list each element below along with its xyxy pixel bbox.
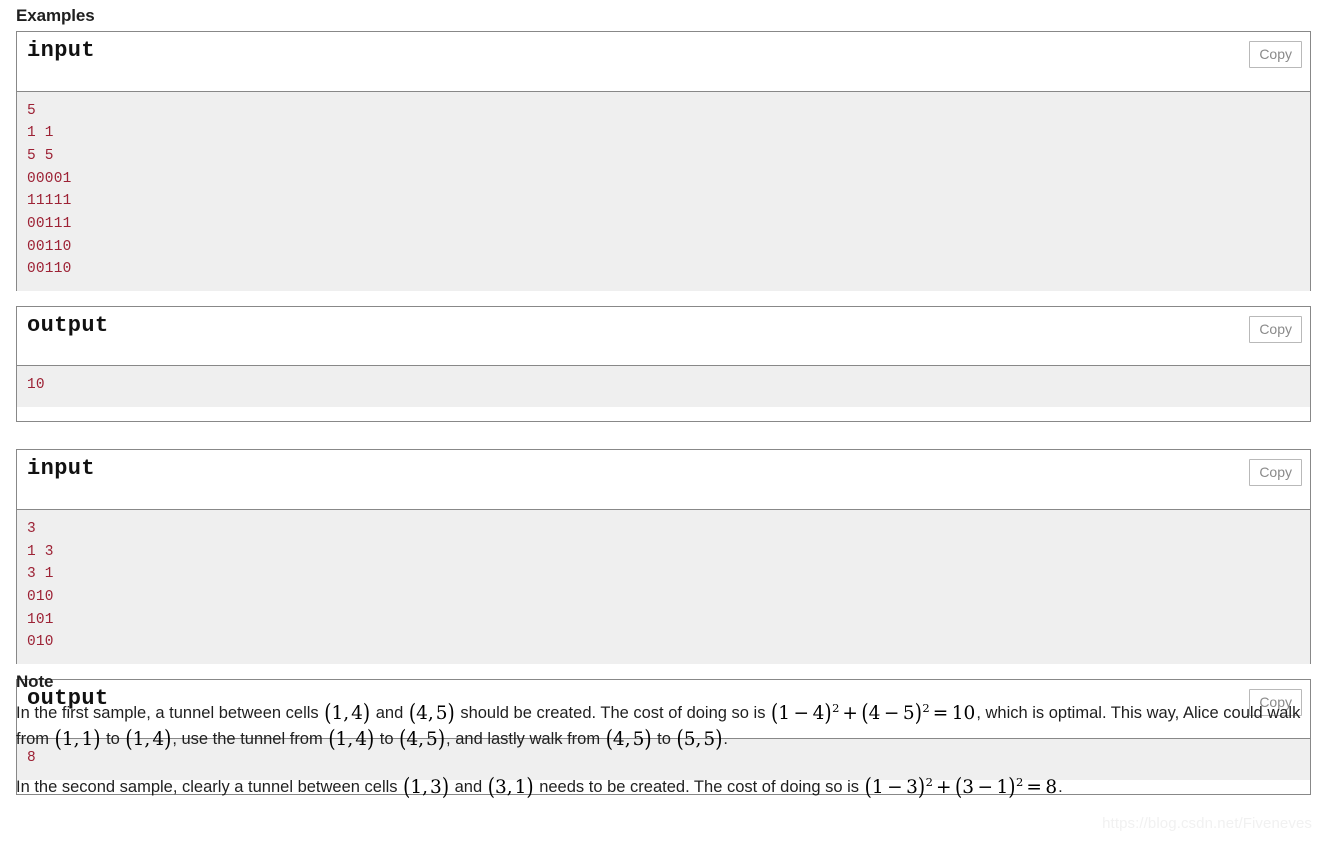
input-block-1: input Copy 5 1 1 5 5 00001 11111 00111 0… bbox=[16, 31, 1311, 292]
note-heading: Note bbox=[16, 672, 54, 691]
input-title-bar-2: input Copy bbox=[17, 450, 1310, 495]
note-p1-math-9: (5, 5) bbox=[676, 725, 723, 753]
input-block-2: input Copy 3 1 3 3 1 010 101 010 bbox=[16, 449, 1311, 665]
note-p1-math-8: (4, 5) bbox=[605, 725, 652, 753]
note-p1-text-3: should be created. The cost of doing so … bbox=[455, 704, 771, 722]
copy-input-button-1[interactable]: Copy bbox=[1249, 41, 1302, 68]
input-content-1[interactable]: 5 1 1 5 5 00001 11111 00111 00110 00110 bbox=[17, 90, 1310, 292]
output-title-bar-1: output Copy bbox=[17, 306, 1310, 351]
output-content-1[interactable]: 10 bbox=[17, 365, 1310, 407]
note-p1-math-2: (4, 5) bbox=[408, 699, 455, 727]
note-p1-text-5: to bbox=[101, 730, 125, 748]
note-p1-math-7: (4, 5) bbox=[399, 725, 446, 753]
note-p1-text-9: to bbox=[652, 730, 676, 748]
copy-output-button-1[interactable]: Copy bbox=[1249, 315, 1302, 343]
note-p2-text-3: needs to be created. The cost of doing s… bbox=[534, 778, 864, 796]
input-title-label-1: input bbox=[27, 38, 96, 63]
sample-test-1: input Copy 5 1 1 5 5 00001 11111 00111 0… bbox=[16, 31, 1311, 423]
note-paragraph-1: In the first sample, a tunnel between ce… bbox=[16, 700, 1308, 752]
examples-heading: Examples bbox=[16, 6, 95, 25]
input-title-label-2: input bbox=[27, 456, 96, 482]
note-paragraph-2: In the second sample, clearly a tunnel b… bbox=[16, 774, 1308, 800]
note-p2-text-4: . bbox=[1058, 778, 1063, 796]
note-p1-math-5: (1, 4) bbox=[125, 725, 172, 753]
note-p2-text-2: and bbox=[450, 778, 487, 796]
site-watermark: https://blog.csdn.net/Fiveneves bbox=[1102, 815, 1312, 832]
note-p1-text-6: , use the tunnel from bbox=[172, 730, 328, 748]
note-p1-math-6: (1, 4) bbox=[328, 725, 375, 753]
input-title-bar-1: input Copy bbox=[17, 32, 1310, 76]
note-p1-math-4: (1, 1) bbox=[54, 725, 101, 753]
note-p1-text-2: and bbox=[371, 704, 408, 722]
input-content-2[interactable]: 3 1 3 3 1 010 101 010 bbox=[17, 508, 1310, 665]
note-p1-text-10: . bbox=[723, 730, 728, 748]
output-title-label-1: output bbox=[27, 312, 109, 338]
note-p2-math-2: (3, 1) bbox=[487, 773, 534, 801]
note-p1-text-8: , and lastly walk from bbox=[446, 730, 605, 748]
note-p1-text-1: In the first sample, a tunnel between ce… bbox=[16, 704, 324, 722]
note-p2-math-1: (1, 3) bbox=[403, 773, 450, 801]
note-p1-math-1: (1, 4) bbox=[324, 699, 371, 727]
note-p1-text-7: to bbox=[375, 730, 399, 748]
note-p1-math-3: (1−4)2 + (4−5)2 = 10 bbox=[771, 699, 976, 727]
note-body: In the first sample, a tunnel between ce… bbox=[16, 700, 1308, 800]
note-p2-text-1: In the second sample, clearly a tunnel b… bbox=[16, 778, 403, 796]
problem-statement-page: Examples input Copy 5 1 1 5 5 00001 1111… bbox=[0, 0, 1324, 844]
output-block-1: output Copy 10 bbox=[16, 305, 1311, 423]
copy-input-button-2[interactable]: Copy bbox=[1249, 459, 1302, 487]
note-p2-math-3: (1−3)2 + (3−1)2 = 8 bbox=[864, 773, 1058, 801]
